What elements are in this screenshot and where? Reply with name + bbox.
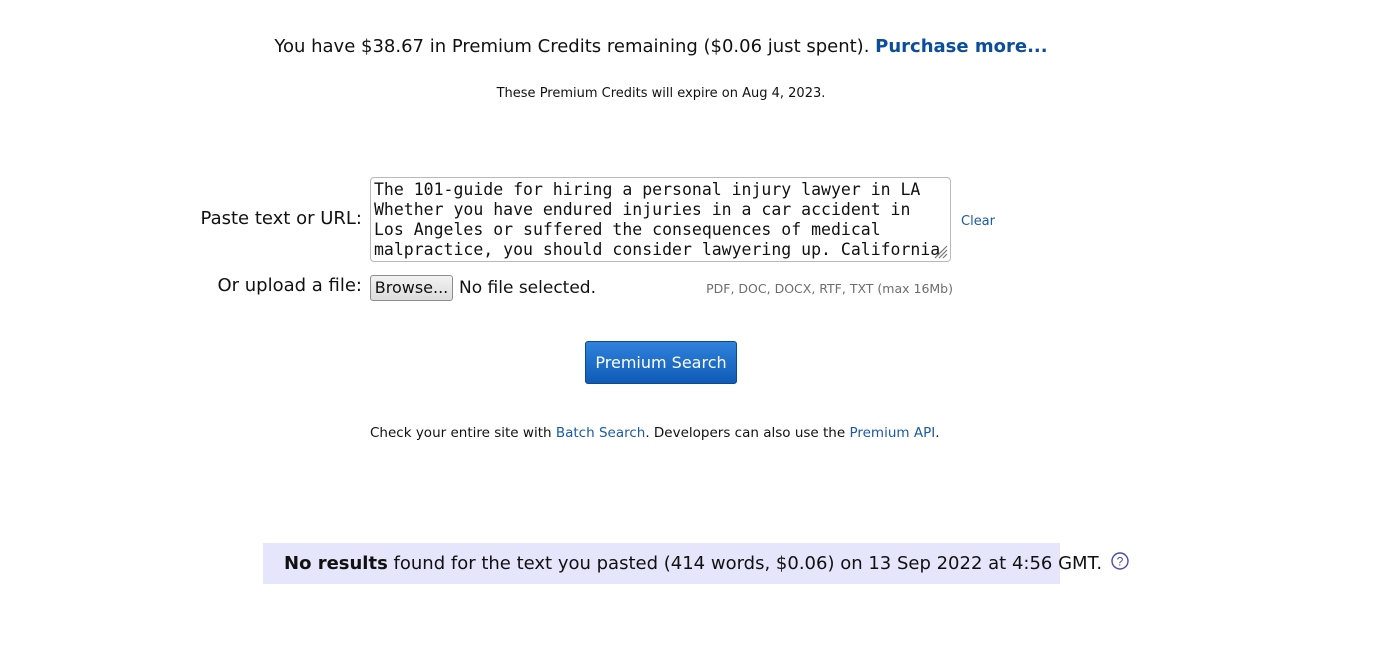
credits-summary: You have $38.67 in Premium Credits remai… bbox=[0, 36, 1322, 57]
paste-text-label: Paste text or URL: bbox=[200, 208, 362, 229]
credits-remaining-text: You have $38.67 in Premium Credits remai… bbox=[274, 36, 870, 57]
file-status-text: No file selected. bbox=[459, 278, 596, 298]
premium-search-button[interactable]: Premium Search bbox=[585, 341, 737, 384]
premium-search-page: You have $38.67 in Premium Credits remai… bbox=[0, 0, 1387, 670]
svg-text:?: ? bbox=[1117, 555, 1124, 569]
upload-file-label: Or upload a file: bbox=[217, 275, 362, 296]
results-banner: No results found for the text you pasted… bbox=[263, 543, 1129, 584]
paste-text-input[interactable]: The 101-guide for hiring a personal inju… bbox=[371, 178, 950, 261]
question-circle-icon[interactable]: ? bbox=[1111, 552, 1129, 570]
premium-api-link[interactable]: Premium API bbox=[849, 425, 935, 441]
allowed-file-types: PDF, DOC, DOCX, RTF, TXT (max 16Mb) bbox=[706, 281, 953, 296]
clear-text-link[interactable]: Clear bbox=[961, 214, 995, 229]
batch-suffix-text: . bbox=[935, 425, 940, 441]
credits-expire-text: These Premium Credits will expire on Aug… bbox=[496, 86, 826, 101]
batch-search-link[interactable]: Batch Search bbox=[556, 425, 645, 441]
batch-middle-text: . Developers can also use the bbox=[645, 425, 846, 441]
purchase-more-link[interactable]: Purchase more... bbox=[875, 36, 1047, 57]
batch-search-note: Check your entire site with Batch Search… bbox=[370, 425, 940, 441]
results-status-bold: No results bbox=[284, 553, 388, 574]
browse-file-button[interactable]: Browse... bbox=[370, 275, 453, 301]
batch-prefix-text: Check your entire site with bbox=[370, 425, 552, 441]
paste-text-container: The 101-guide for hiring a personal inju… bbox=[370, 177, 951, 262]
results-detail-text: found for the text you pasted (414 words… bbox=[393, 553, 1103, 574]
resize-grip-icon[interactable] bbox=[932, 243, 948, 259]
